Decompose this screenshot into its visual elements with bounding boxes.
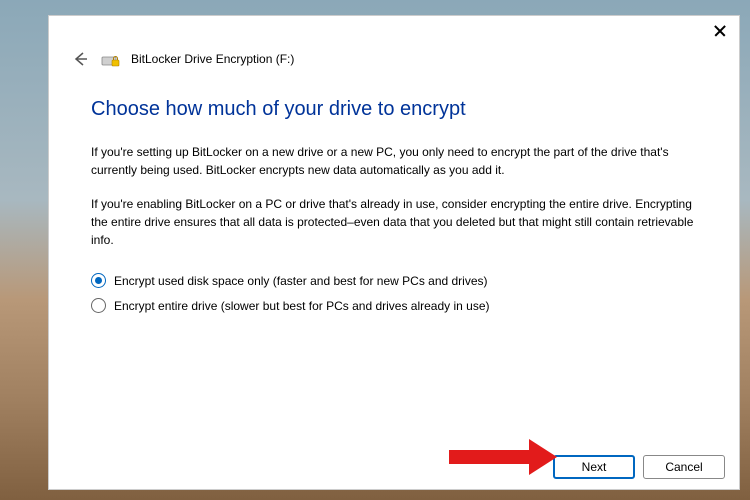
bitlocker-dialog: BitLocker Drive Encryption (F:) Choose h… (48, 15, 740, 490)
arrow-annotation-icon (449, 439, 557, 475)
drive-lock-icon (101, 51, 121, 67)
back-arrow-icon[interactable] (69, 48, 91, 70)
cancel-button[interactable]: Cancel (643, 455, 725, 479)
radio-label: Encrypt used disk space only (faster and… (114, 274, 488, 288)
option-used-space-only[interactable]: Encrypt used disk space only (faster and… (91, 273, 699, 288)
description-paragraph-1: If you're setting up BitLocker on a new … (91, 143, 699, 179)
encryption-options: Encrypt used disk space only (faster and… (91, 273, 699, 313)
dialog-content: Choose how much of your drive to encrypt… (49, 70, 739, 445)
radio-icon (91, 273, 106, 288)
description-paragraph-2: If you're enabling BitLocker on a PC or … (91, 195, 699, 249)
titlebar (49, 16, 739, 52)
radio-label: Encrypt entire drive (slower but best fo… (114, 299, 490, 313)
dialog-header: BitLocker Drive Encryption (F:) (49, 48, 739, 70)
close-icon[interactable] (713, 24, 727, 38)
next-button[interactable]: Next (553, 455, 635, 479)
radio-icon (91, 298, 106, 313)
option-entire-drive[interactable]: Encrypt entire drive (slower but best fo… (91, 298, 699, 313)
breadcrumb: BitLocker Drive Encryption (F:) (131, 52, 294, 66)
page-title: Choose how much of your drive to encrypt (91, 98, 699, 121)
dialog-footer: Next Cancel (49, 445, 739, 489)
